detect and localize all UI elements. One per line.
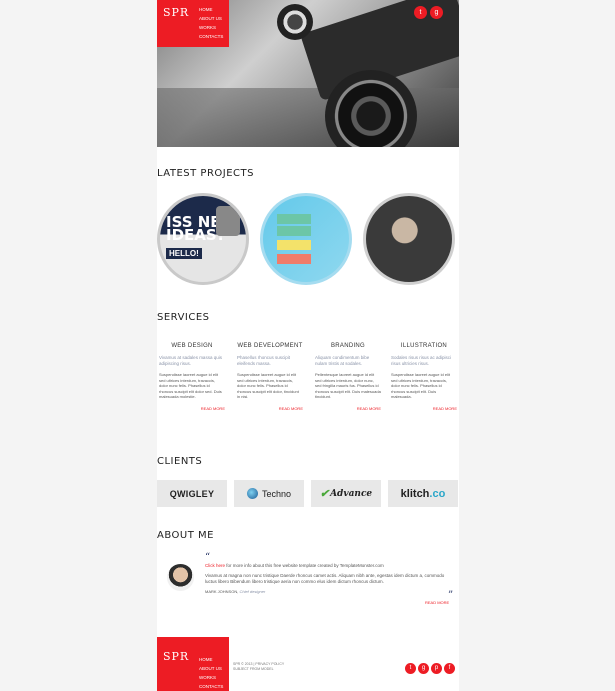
nav-works[interactable]: WORKS — [199, 23, 223, 32]
author-name: MARK JOHNSON, — [205, 589, 239, 594]
copyright-line-2: SUBJECT FROM MODEL — [233, 667, 274, 671]
project-thumb-2[interactable] — [260, 193, 352, 285]
project-thumb-3[interactable] — [363, 193, 455, 285]
service-text: Pellentesque laoreet augue id elit sed u… — [315, 372, 381, 399]
client-qwigley[interactable]: QWIGLEY — [157, 480, 227, 507]
service-title: WEB DESIGN — [171, 343, 213, 349]
project-1-portrait — [216, 206, 240, 236]
client-name: klitch — [400, 487, 430, 500]
close-quote-icon: ” — [448, 590, 454, 601]
service-read-more[interactable]: READ MORE — [237, 406, 303, 411]
footer-social: t g p f — [405, 663, 455, 674]
google-plus-icon[interactable]: g — [430, 6, 443, 19]
clients-heading: CLIENTS — [157, 456, 203, 467]
service-lead: Vivamus at sadales massa quis adipiscing… — [159, 355, 222, 366]
twitter-icon[interactable]: t — [414, 6, 427, 19]
header-brand: SPR HOME ABOUT US WORKS CONTACTS — [157, 0, 229, 47]
pinterest-icon[interactable]: p — [431, 663, 442, 674]
client-advance[interactable]: ✔ Advance — [311, 480, 381, 507]
service-title: BRANDING — [330, 343, 366, 349]
camera-lens — [325, 70, 417, 147]
client-klitch[interactable]: klitch .co — [388, 480, 458, 507]
footer-nav-contacts[interactable]: CONTACTS — [199, 682, 223, 691]
client-name: Techno — [261, 488, 292, 499]
service-web-design: WEB DESIGN Vivamus at sadales massa quis… — [159, 343, 225, 411]
footer-logo[interactable]: SPR — [163, 650, 189, 663]
project-thumb-1[interactable]: ISS NEW IDEAS? HELLO! — [157, 193, 249, 285]
google-plus-icon[interactable]: g — [418, 663, 429, 674]
project-2-band-green — [277, 214, 311, 224]
footer-nav-home[interactable]: HOME — [199, 655, 223, 664]
footer: SPR HOME ABOUT US WORKS CONTACTS SPR © 2… — [157, 637, 459, 691]
twitter-icon[interactable]: t — [405, 663, 416, 674]
footer-nav: HOME ABOUT US WORKS CONTACTS — [199, 655, 223, 691]
copyright: SPR © 2013 | PRIVACY POLICY SUBJECT FROM… — [233, 662, 313, 672]
client-techno[interactable]: Techno — [234, 480, 304, 507]
services-heading: SERVICES — [157, 312, 210, 323]
facebook-icon[interactable]: f — [444, 663, 455, 674]
client-name: Advance — [330, 488, 373, 499]
check-icon: ✔ — [319, 487, 330, 500]
latest-projects-heading: LATEST PROJECTS — [157, 168, 254, 179]
camera-dial — [277, 4, 313, 40]
about-read-more[interactable]: READ MORE — [425, 600, 449, 605]
about-section: “ Click here for more info about this fr… — [157, 552, 459, 618]
client-name: QWIGLEY — [169, 488, 215, 499]
service-title: ILLUSTRATION — [400, 343, 448, 349]
open-quote-icon: “ — [205, 552, 211, 563]
service-text: Suspendisse laoreet augue id elit sed ul… — [391, 372, 450, 399]
testimonial-intro: Click here for more info about this free… — [205, 563, 450, 569]
project-2-band-green-2 — [277, 226, 311, 236]
logo[interactable]: SPR — [163, 6, 189, 19]
service-illustration: ILLUSTRATION Sodales risus risus ac adip… — [391, 343, 457, 411]
service-lead: Sodales risus risus ac adipisci risus ul… — [391, 355, 452, 366]
nav-about[interactable]: ABOUT US — [199, 14, 223, 23]
footer-nav-about[interactable]: ABOUT US — [199, 664, 223, 673]
avatar — [167, 564, 194, 591]
project-2-band-yellow — [277, 240, 311, 250]
service-text: Suspendisse laoreet augue id elit sed ul… — [237, 372, 299, 399]
author: MARK JOHNSON, Chief designer — [205, 589, 450, 595]
page: SPR HOME ABOUT US WORKS CONTACTS t g LAT… — [157, 0, 459, 691]
click-here-link[interactable]: Click here — [205, 563, 225, 568]
service-web-development: WEB DEVELOPMENT Phasellus rhoncus suscip… — [237, 343, 303, 411]
testimonial-intro-text: for more info about this free website te… — [225, 563, 384, 568]
nav-contacts[interactable]: CONTACTS — [199, 32, 223, 41]
service-title: WEB DEVELOPMENT — [237, 343, 303, 349]
service-read-more[interactable]: READ MORE — [315, 406, 381, 411]
project-2-band-red — [277, 254, 311, 264]
service-lead: Aliquam condimentum bibe nulam tristis a… — [315, 355, 370, 366]
testimonial-body: Vivamus at magna non nunc tristique Daer… — [205, 573, 445, 584]
footer-nav-works[interactable]: WORKS — [199, 673, 223, 682]
author-role: Chief designer — [238, 589, 266, 594]
service-text: Suspendisse laoreet augue id elit sed ul… — [159, 372, 222, 399]
service-branding: BRANDING Aliquam condimentum bibe nulam … — [315, 343, 381, 411]
service-read-more[interactable]: READ MORE — [391, 406, 457, 411]
main-nav: HOME ABOUT US WORKS CONTACTS — [199, 5, 223, 41]
globe-icon — [246, 488, 258, 499]
service-read-more[interactable]: READ MORE — [159, 406, 225, 411]
project-1-hello: HELLO! — [166, 248, 202, 259]
header-social: t g — [414, 6, 443, 19]
client-name-suffix: .co — [429, 487, 446, 500]
footer-brand: SPR HOME ABOUT US WORKS CONTACTS — [157, 637, 229, 691]
service-lead: Phasellus rhoncus suscipit eleifends mas… — [237, 355, 291, 366]
testimonial: Click here for more info about this free… — [205, 563, 450, 595]
nav-home[interactable]: HOME — [199, 5, 223, 14]
about-heading: ABOUT ME — [157, 530, 214, 541]
